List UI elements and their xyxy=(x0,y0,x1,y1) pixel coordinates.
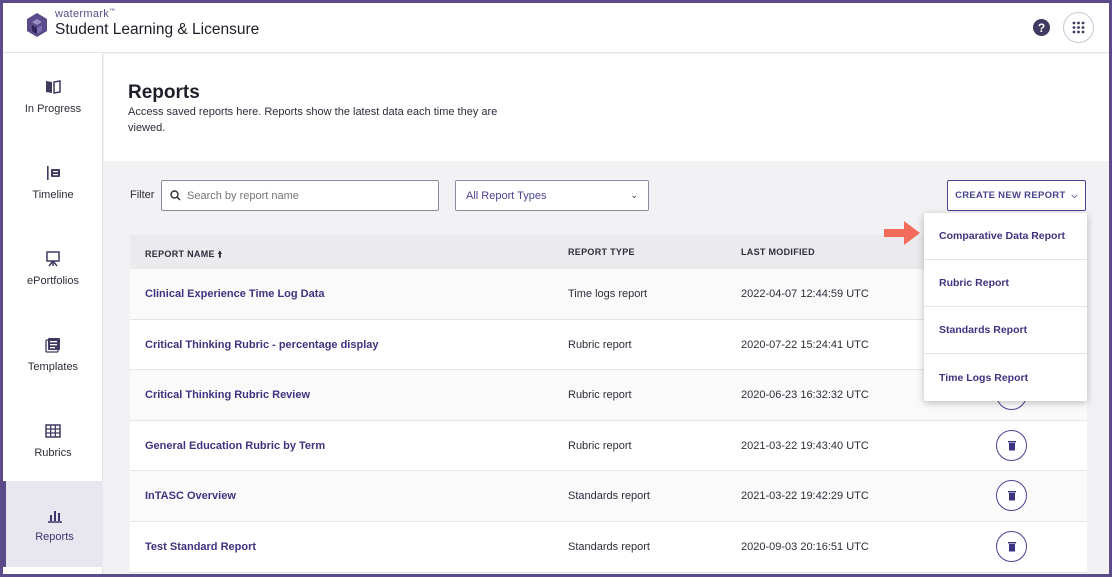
delete-button[interactable] xyxy=(996,480,1027,512)
report-type-cell: Time logs report xyxy=(568,288,648,300)
last-modified-cell: 2020-06-23 16:32:32 UTC xyxy=(741,389,869,402)
sidebar: In Progress Timeline ePortfolios Templat… xyxy=(3,53,103,574)
report-type-cell: Rubric report xyxy=(568,439,632,452)
chevron-down-icon: ⌵ xyxy=(1071,190,1078,200)
last-modified-cell: 2020-07-22 15:24:41 UTC xyxy=(741,338,869,351)
apps-button[interactable] xyxy=(1063,12,1094,43)
filter-label: Filter xyxy=(130,189,155,201)
sidebar-item-label: Timeline xyxy=(32,188,74,201)
report-name-link[interactable]: Clinical Experience Time Log Data xyxy=(145,288,325,300)
create-new-report-label: CREATE NEW REPORT xyxy=(955,190,1066,201)
chevron-down-icon: ⌄ xyxy=(630,190,638,200)
page-header: Reports Access saved reports here. Repor… xyxy=(104,54,1109,161)
menu-item-time-logs-report[interactable]: Time Logs Report xyxy=(924,354,1087,401)
templates-icon xyxy=(45,337,60,353)
sidebar-item-reports[interactable]: Reports xyxy=(3,481,103,567)
page-title: Reports xyxy=(128,82,200,103)
watermark-logo-icon xyxy=(27,13,47,37)
last-modified-cell: 2022-04-07 12:44:59 UTC xyxy=(741,288,869,300)
bar-chart-icon xyxy=(47,510,62,523)
apps-grid-icon xyxy=(1072,21,1085,34)
menu-item-comparative-data-report[interactable]: Comparative Data Report xyxy=(924,213,1087,260)
product-name: Student Learning & Licensure xyxy=(55,21,260,38)
sidebar-item-templates[interactable]: Templates xyxy=(3,311,103,397)
report-name-link[interactable]: General Education Rubric by Term xyxy=(145,440,325,452)
menu-item-rubric-report[interactable]: Rubric Report xyxy=(924,260,1087,307)
report-type-cell: Rubric report xyxy=(568,389,632,402)
trash-icon xyxy=(1007,440,1016,451)
app-frame: watermark™ Student Learning & Licensure … xyxy=(0,0,1112,577)
delete-button[interactable] xyxy=(996,429,1027,461)
report-type-select-value: All Report Types xyxy=(466,189,547,202)
report-type-cell: Standards report xyxy=(568,540,650,553)
last-modified-cell: 2021-03-22 19:43:40 UTC xyxy=(741,439,869,452)
create-new-report-button[interactable]: CREATE NEW REPORT ⌵ xyxy=(947,180,1086,211)
timeline-icon xyxy=(47,165,60,180)
sidebar-item-label: Reports xyxy=(35,530,74,543)
report-type-cell: Rubric report xyxy=(568,338,632,351)
search-icon xyxy=(170,190,181,201)
sort-arrow-up-icon: 🠙 xyxy=(217,249,223,259)
search-input[interactable] xyxy=(187,189,427,202)
sidebar-item-label: In Progress xyxy=(24,102,82,115)
report-name-link[interactable]: Critical Thinking Rubric Review xyxy=(145,389,310,401)
sidebar-item-eportfolios[interactable]: ePortfolios xyxy=(3,225,103,311)
delete-button[interactable] xyxy=(996,530,1027,562)
page-description: Access saved reports here. Reports show … xyxy=(128,106,498,134)
sidebar-item-label: Templates xyxy=(27,360,79,373)
column-header-last-modified: LAST MODIFIED xyxy=(741,247,815,257)
trash-icon xyxy=(1007,541,1016,552)
last-modified-cell: 2021-03-22 19:42:29 UTC xyxy=(741,490,869,503)
report-type-select[interactable]: All Report Types ⌄ xyxy=(455,180,649,211)
sidebar-item-in-progress[interactable]: In Progress xyxy=(3,53,103,139)
menu-item-standards-report[interactable]: Standards Report xyxy=(924,307,1087,354)
sidebar-item-timeline[interactable]: Timeline xyxy=(3,139,103,225)
report-type-cell: Standards report xyxy=(568,490,650,503)
create-report-menu: Comparative Data Report Rubric Report St… xyxy=(924,213,1087,401)
top-header: watermark™ Student Learning & Licensure … xyxy=(3,3,1109,53)
sidebar-item-label: Rubrics xyxy=(34,446,72,459)
book-icon xyxy=(46,79,61,94)
report-name-link[interactable]: Test Standard Report xyxy=(145,541,256,553)
table-row: General Education Rubric by Term Rubric … xyxy=(130,420,1087,472)
table-row: Test Standard Report Standards report 20… xyxy=(130,521,1087,573)
report-name-link[interactable]: InTASC Overview xyxy=(145,490,236,502)
sidebar-item-rubrics[interactable]: Rubrics xyxy=(3,397,103,483)
easel-icon xyxy=(46,250,60,266)
last-modified-cell: 2020-09-03 20:16:51 UTC xyxy=(741,540,869,553)
brand-name: watermark™ xyxy=(55,8,116,20)
trash-icon xyxy=(1007,491,1016,501)
report-name-link[interactable]: Critical Thinking Rubric - percentage di… xyxy=(145,339,379,351)
sidebar-item-label: ePortfolios xyxy=(27,274,79,287)
search-box[interactable] xyxy=(161,180,439,211)
table-row: InTASC Overview Standards report 2021-03… xyxy=(130,471,1087,522)
help-icon[interactable]: ? xyxy=(1033,19,1050,36)
grid-icon xyxy=(45,423,61,438)
column-header-report-name[interactable]: REPORT NAME 🠙 xyxy=(145,247,222,263)
column-header-report-type: REPORT TYPE xyxy=(568,247,635,257)
annotation-arrow-icon xyxy=(884,221,920,245)
